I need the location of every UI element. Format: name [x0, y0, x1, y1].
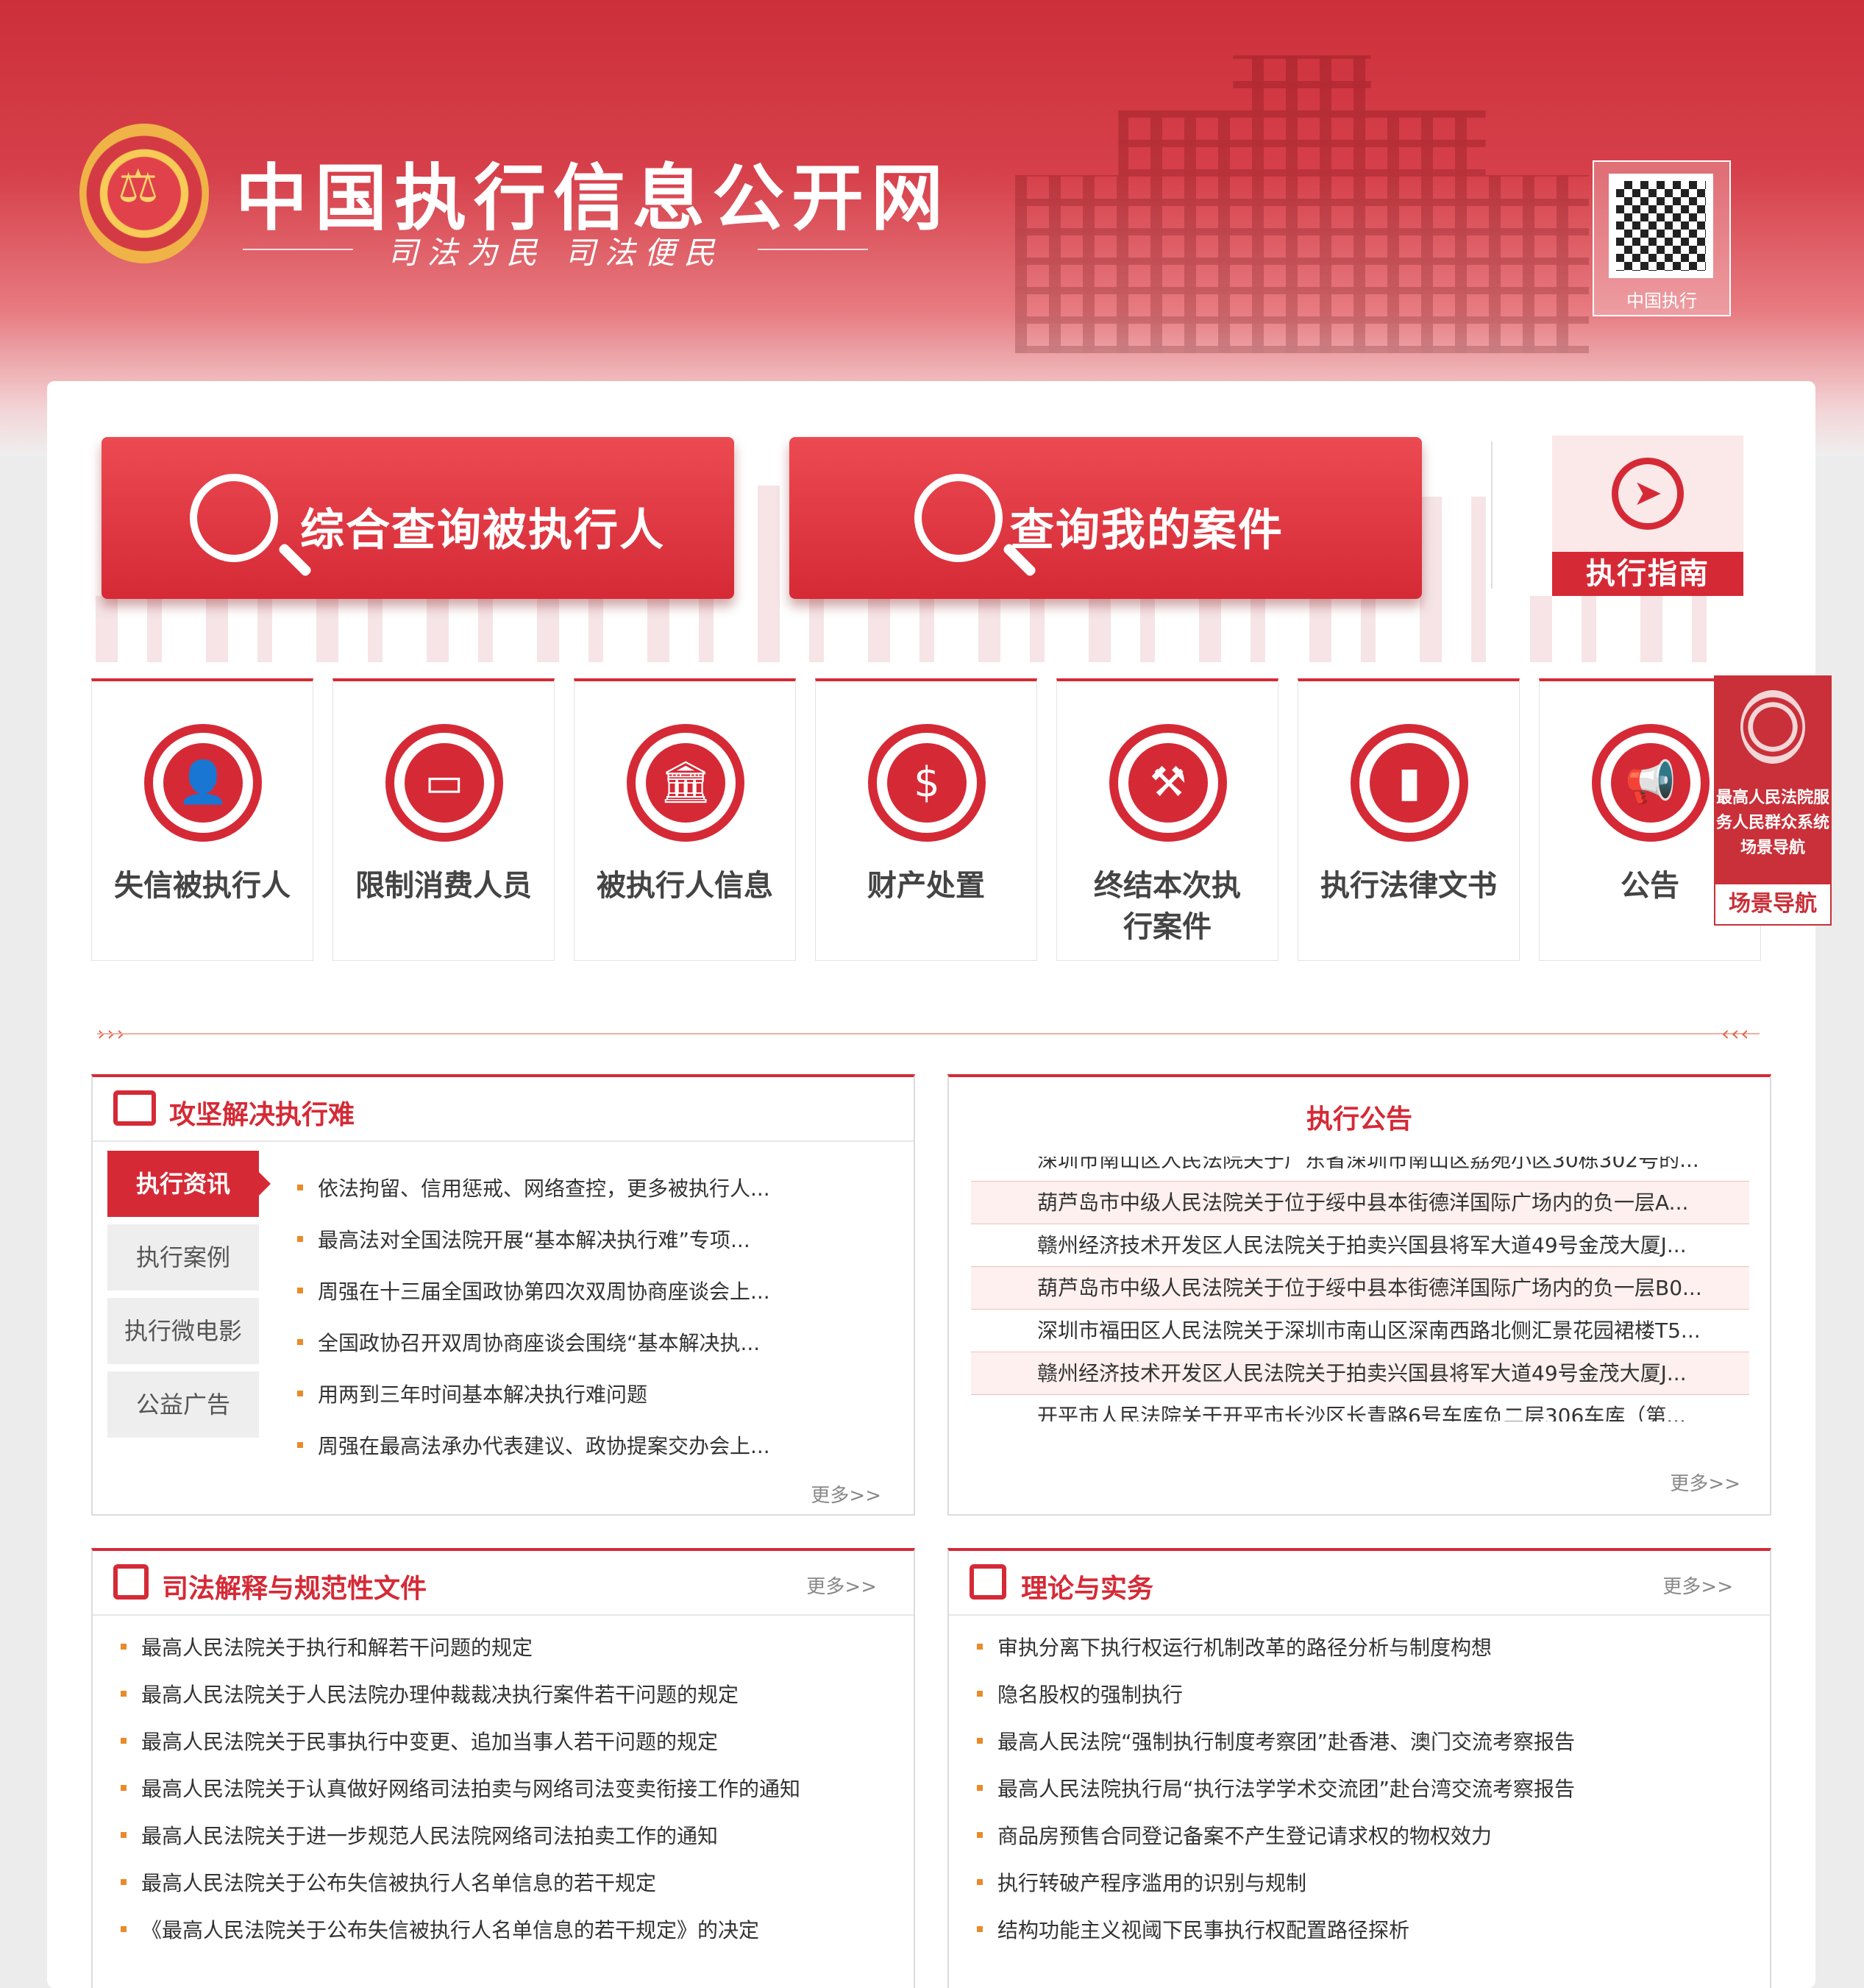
tile-label: 执行法律文书 — [1320, 869, 1497, 903]
search-executee-label: 综合查询被执行人 — [300, 505, 665, 556]
notice-item[interactable]: 深圳市南山区人民法院关于广东省深圳市南山区荔苑小区30栋302号的... — [971, 1157, 1749, 1182]
list-item[interactable]: 最高法对全国法院开展“基本解决执行难”专项... — [297, 1224, 750, 1254]
list-item[interactable]: 周强在十三届全国政协第四次双周协商座谈会上... — [297, 1276, 770, 1305]
panel-title: 执行公告 — [1306, 1104, 1412, 1135]
list-item[interactable]: 最高人民法院执行局“执行法学学术交流团”赴台湾交流考察报告 — [976, 1773, 1575, 1803]
tab-execution-films[interactable]: 执行微电影 — [107, 1298, 259, 1364]
notice-item[interactable]: 葫芦岛市中级人民法院关于位于绥中县本街德洋国际广场内的负一层B0... — [971, 1267, 1749, 1310]
more-link[interactable]: 更多>> — [811, 1480, 881, 1508]
notice-item[interactable]: 开平市人民法院关于开平市长沙区长青路6号车库负二层306车库（第... — [971, 1395, 1749, 1421]
list-item[interactable]: 最高人民法院关于进一步规范人民法院网络司法拍卖工作的通知 — [120, 1820, 718, 1850]
tile-terminated-cases[interactable]: ⚒ 终结本次执行案件 — [1056, 678, 1278, 961]
divider-arrows-right: ‹‹‹ — [1721, 1021, 1751, 1046]
scales-icon: ⚖ — [118, 159, 159, 213]
list-item[interactable]: 全国政协召开双周协商座谈会围绕“基本解决执... — [296, 1327, 760, 1357]
panel-judicial-interpretations: 司法解释与规范性文件 更多>> 最高人民法院关于执行和解若干问题的规定 最高人民… — [91, 1548, 915, 1988]
tab-public-ads[interactable]: 公益广告 — [107, 1371, 259, 1438]
book-icon: ▮ — [1351, 724, 1468, 842]
search-my-case-label: 查询我的案件 — [1010, 505, 1284, 556]
search-executee-button[interactable]: 综合查询被执行人 — [102, 437, 734, 599]
list-item[interactable]: 审执分离下执行权运行机制改革的路径分析与制度构想 — [976, 1632, 1492, 1661]
list-item[interactable]: 结构功能主义视阈下民事执行权配置路径探析 — [976, 1914, 1409, 1944]
more-link[interactable]: 更多>> — [1670, 1469, 1740, 1496]
notice-item[interactable]: 深圳市福田区人民法院关于深圳市南山区深南西路北侧汇景花园裙楼T5... — [971, 1310, 1749, 1352]
more-link[interactable]: 更多>> — [1662, 1572, 1733, 1599]
list-item[interactable]: 执行转破产程序滥用的识别与规制 — [976, 1867, 1306, 1897]
list-item[interactable]: 最高人民法院“强制执行制度考察团”赴香港、澳门交流考察报告 — [976, 1726, 1575, 1756]
qr-caption: 中国执行 — [1626, 291, 1697, 311]
more-link[interactable]: 更多>> — [806, 1572, 877, 1599]
panel-title: 攻坚解决执行难 — [169, 1100, 355, 1130]
compass-icon: ➤ — [1612, 458, 1684, 530]
qr-code-box[interactable]: 中国执行 — [1593, 160, 1731, 316]
search-my-case-button[interactable]: 查询我的案件 — [789, 437, 1422, 599]
section-divider — [97, 1033, 1760, 1034]
list-item[interactable]: 隐名股权的强制执行 — [976, 1679, 1183, 1708]
tile-consumption-restricted[interactable]: ▭ 限制消费人员 — [332, 678, 555, 961]
person-icon: 👤 — [144, 724, 262, 842]
tile-label: 失信被执行人 — [114, 869, 291, 903]
tile-label: 财产处置 — [867, 869, 985, 903]
panel-title: 司法解释与规范性文件 — [162, 1574, 427, 1604]
tab-execution-news[interactable]: 执行资讯 — [107, 1151, 271, 1217]
panel-theory-practice: 理论与实务 更多>> 审执分离下执行权运行机制改革的路径分析与制度构想 隐名股权… — [947, 1548, 1771, 1988]
money-bag-icon: $ — [868, 724, 986, 842]
qr-code-icon — [1609, 174, 1713, 278]
execution-guide-label: 执行指南 — [1552, 552, 1743, 596]
list-item[interactable]: 最高人民法院关于公布失信被执行人名单信息的若干规定 — [120, 1867, 656, 1897]
scene-navigation-button[interactable]: 场景导航 — [1714, 883, 1832, 926]
scene-navigation-text: 最高人民法院服务人民群众系统场景导航 — [1715, 789, 1829, 857]
scene-navigation-panel[interactable]: 最高人民法院服务人民群众系统场景导航 场景导航 — [1714, 675, 1832, 926]
list-item[interactable]: 依法拘留、信用惩戒、网络查控，更多被执行人... — [297, 1173, 770, 1202]
list-item[interactable]: 周强在最高法承办代表建议、政协提案交办会上... — [297, 1430, 770, 1460]
panel-execution-notices: 执行公告 深圳市南山区人民法院关于广东省深圳市南山区荔苑小区30栋302号的..… — [947, 1074, 1771, 1516]
court-emblem-icon — [1740, 690, 1805, 764]
gavel-icon: ⚒ — [1109, 724, 1227, 842]
tile-legal-documents[interactable]: ▮ 执行法律文书 — [1298, 678, 1520, 961]
court-emblem-icon: ⚖ — [79, 124, 209, 263]
notice-item[interactable]: 赣州经济技术开发区人民法院关于拍卖兴国县将军大道49号金茂大厦J... — [971, 1352, 1749, 1395]
courthouse-icon: 🏛 — [627, 724, 744, 842]
list-item[interactable]: 最高人民法院关于民事执行中变更、追加当事人若干问题的规定 — [120, 1726, 718, 1756]
vertical-separator — [1491, 441, 1493, 589]
tile-dishonest-executee[interactable]: 👤 失信被执行人 — [91, 678, 313, 961]
list-item[interactable]: 最高人民法院关于认真做好网络司法拍卖与网络司法变卖衔接工作的通知 — [120, 1773, 800, 1803]
list-item[interactable]: 用两到三年时间基本解决执行难问题 — [296, 1379, 647, 1408]
list-item[interactable]: 最高人民法院关于执行和解若干问题的规定 — [120, 1632, 533, 1661]
panel-title: 理论与实务 — [1021, 1574, 1154, 1604]
panel-header: 司法解释与规范性文件 更多>> — [93, 1551, 914, 1616]
notice-scroll-list[interactable]: 深圳市南山区人民法院关于广东省深圳市南山区荔苑小区30栋302号的... 葫芦岛… — [949, 1157, 1770, 1421]
scales-document-icon — [113, 1564, 149, 1600]
tile-property-disposal[interactable]: $ 财产处置 — [815, 678, 1037, 961]
tile-label: 终结本次执行案件 — [1094, 869, 1241, 944]
megaphone-icon: 📢 — [1592, 724, 1710, 842]
panel-header: 理论与实务 更多>> — [949, 1551, 1770, 1616]
tab-execution-cases[interactable]: 执行案例 — [107, 1224, 259, 1291]
notice-item[interactable]: 赣州经济技术开发区人民法院关于拍卖兴国县将军大道49号金茂大厦J... — [971, 1224, 1749, 1267]
tile-label: 被执行人信息 — [597, 869, 773, 903]
person-search-icon — [190, 474, 278, 562]
document-search-icon — [914, 474, 1003, 562]
panel-header: 攻坚解决执行难 — [93, 1077, 914, 1142]
card-icon: ▭ — [385, 724, 503, 842]
eye-document-icon — [970, 1564, 1006, 1600]
site-slogan: 司法为民 司法便民 — [243, 228, 868, 273]
monitor-gavel-icon — [113, 1090, 156, 1126]
panel-solve-execution-difficulty: 攻坚解决执行难 执行资讯 执行案例 执行微电影 公益广告 依法拘留、信用惩戒、网… — [91, 1074, 915, 1516]
tile-executee-info[interactable]: 🏛 被执行人信息 — [574, 678, 796, 961]
list-item[interactable]: 最高人民法院关于人民法院办理仲裁裁决执行案件若干问题的规定 — [120, 1679, 739, 1708]
list-item[interactable]: 商品房预售合同登记备案不产生登记请求权的物权效力 — [976, 1820, 1492, 1850]
list-item[interactable]: 《最高人民法院关于公布失信被执行人名单信息的若干规定》的决定 — [120, 1914, 759, 1944]
tile-label: 限制消费人员 — [355, 869, 532, 903]
notice-item[interactable]: 葫芦岛市中级人民法院关于位于绥中县本街德洋国际广场内的负一层A... — [971, 1182, 1749, 1224]
execution-guide-button[interactable]: ➤ 执行指南 — [1552, 436, 1743, 596]
